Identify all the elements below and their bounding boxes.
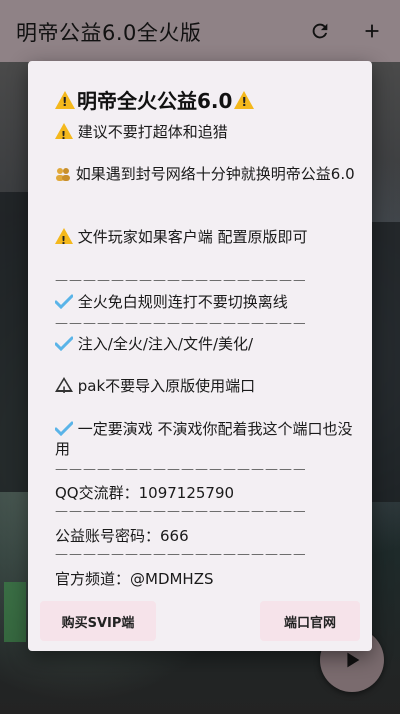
background-glow xyxy=(4,582,26,642)
plus-icon xyxy=(365,24,379,38)
warning-icon xyxy=(234,90,255,109)
check-icon xyxy=(55,336,73,351)
play-icon xyxy=(347,652,360,668)
buy-svip-button[interactable]: 购买SVIP端 xyxy=(40,601,156,641)
dialog-title: 明帝全火公益6.0 xyxy=(55,85,255,114)
app-title: 明帝公益6.0全火版 xyxy=(16,21,202,45)
notice-text: 建议不要打超体和追猎 xyxy=(77,123,228,141)
dialog-title-text: 明帝全火公益6.0 xyxy=(77,89,233,113)
qq-group-line: QQ交流群：1097125790 xyxy=(55,484,235,502)
account-password-line: 公益账号密码：666 xyxy=(55,527,189,545)
refresh-button[interactable] xyxy=(303,14,337,48)
separator: ——————————————————————— xyxy=(55,548,305,562)
notice-line: 全火免白规则连打不要切换离线 xyxy=(55,292,355,312)
refresh-icon xyxy=(312,23,328,39)
notice-text: 全火免白规则连打不要切换离线 xyxy=(77,293,288,311)
notice-text: 一定要演戏 不演戏你配着我这个端口也没用 xyxy=(55,420,353,458)
background-shelf xyxy=(370,222,400,502)
notice-text: 如果遇到封号网络十分钟就换明帝公益6.0 xyxy=(75,165,355,183)
check-icon xyxy=(55,421,73,436)
announcement-dialog: 明帝全火公益6.0 建议不要打超体和追猎 如果遇到封号网络十分钟就换明帝公益6.… xyxy=(28,61,372,651)
notice-line: 建议不要打超体和追猎 xyxy=(55,122,355,146)
warning-icon xyxy=(55,228,73,251)
separator: ——————————————————————— xyxy=(55,505,305,519)
people-icon xyxy=(56,168,70,181)
warning-icon xyxy=(55,90,75,109)
notice-line: 一定要演戏 不演戏你配着我这个端口也没用 xyxy=(55,419,355,459)
official-site-button[interactable]: 端口官网 xyxy=(260,601,360,641)
notice-text: 文件玩家如果客户端 配置原版即可 xyxy=(77,228,308,246)
separator: ——————————————————————— xyxy=(55,274,305,288)
warning-icon xyxy=(55,123,73,146)
separator: ——————————————————————— xyxy=(55,463,305,477)
notice-text: 注入/全火/注入/文件/美化/ xyxy=(77,335,254,353)
notice-line: 注入/全火/注入/文件/美化/ xyxy=(55,334,355,354)
check-icon xyxy=(55,294,73,309)
notice-line: 如果遇到封号网络十分钟就换明帝公益6.0 xyxy=(55,164,355,184)
background-shelf xyxy=(0,192,30,492)
app-bar: 明帝公益6.0全火版 xyxy=(0,0,400,62)
add-button[interactable] xyxy=(355,14,389,48)
notice-line: pak不要导入原版使用端口 xyxy=(55,376,355,401)
alert-outline-icon xyxy=(55,377,73,401)
notice-text: pak不要导入原版使用端口 xyxy=(77,377,256,395)
official-channel-line: 官方频道：@MDMHZS xyxy=(55,570,214,588)
separator: ——————————————————————— xyxy=(55,317,305,331)
notice-line: 文件玩家如果客户端 配置原版即可 xyxy=(55,227,355,251)
